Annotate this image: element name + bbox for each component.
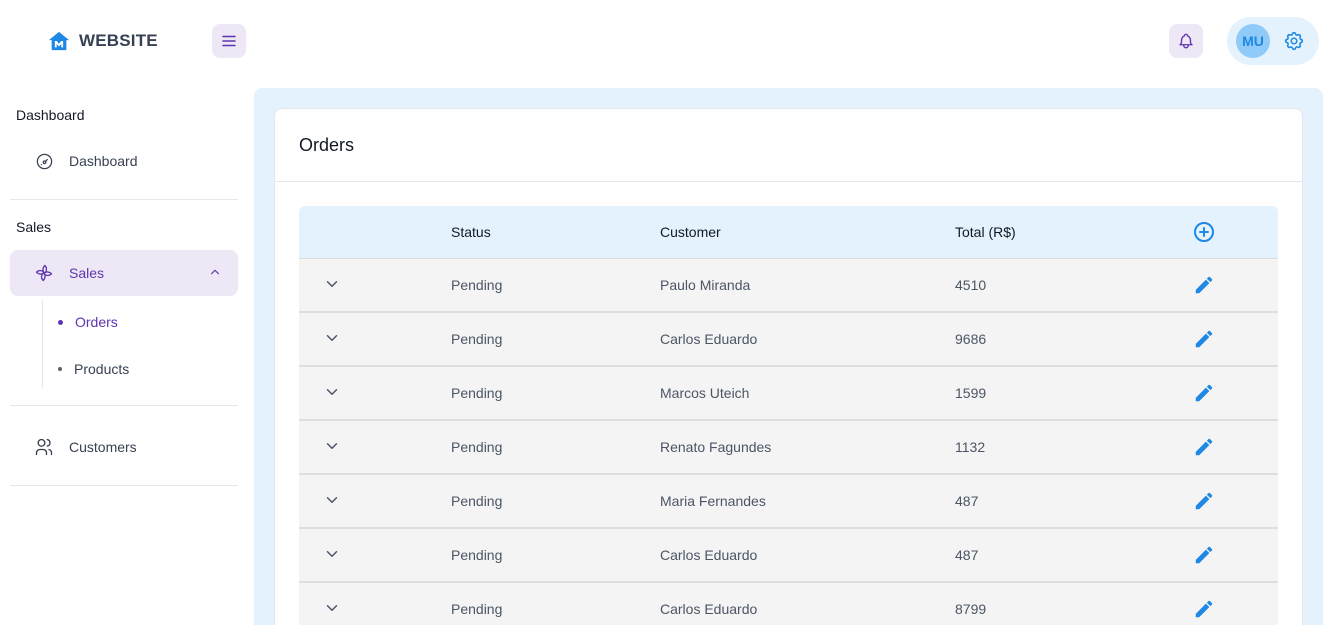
cell-total: 487 bbox=[955, 493, 979, 509]
sales-icon bbox=[34, 263, 54, 283]
profile-menu-button[interactable]: MU bbox=[1227, 17, 1319, 65]
cell-status: Pending bbox=[451, 547, 503, 563]
cell-status: Pending bbox=[451, 385, 503, 401]
bell-icon bbox=[1179, 33, 1193, 49]
main-content: Orders Status Customer Total (R$) Pendin… bbox=[254, 88, 1323, 625]
table-row: Pending Marcos Uteich 1599 bbox=[299, 367, 1278, 421]
table-row: Pending Carlos Eduardo 9686 bbox=[299, 313, 1278, 367]
cell-status: Pending bbox=[451, 439, 503, 455]
sidebar-item-customers[interactable]: Customers bbox=[10, 424, 238, 470]
cell-total: 1599 bbox=[955, 385, 987, 401]
cell-total: 1132 bbox=[955, 439, 986, 455]
customers-icon bbox=[34, 437, 54, 457]
sidebar-item-dashboard[interactable]: Dashboard bbox=[10, 138, 238, 184]
cell-total: 4510 bbox=[955, 277, 987, 293]
column-header-total[interactable]: Total (R$) bbox=[955, 224, 1016, 240]
dashboard-icon bbox=[34, 151, 54, 171]
cell-status: Pending bbox=[451, 601, 503, 617]
chevron-up-icon bbox=[208, 265, 222, 284]
edit-icon[interactable] bbox=[1193, 598, 1215, 620]
sidebar-subitem-label: Products bbox=[74, 361, 130, 377]
edit-icon[interactable] bbox=[1193, 490, 1215, 512]
bullet-icon bbox=[58, 367, 62, 371]
sidebar-item-label: Sales bbox=[69, 265, 105, 281]
settings-icon[interactable] bbox=[1283, 30, 1305, 52]
orders-card: Orders Status Customer Total (R$) Pendin… bbox=[274, 108, 1303, 625]
cell-status: Pending bbox=[451, 277, 503, 293]
sidebar-divider bbox=[10, 485, 238, 486]
sidebar-divider bbox=[10, 199, 238, 200]
chevron-down-icon[interactable] bbox=[323, 545, 341, 563]
sidebar-item-sales[interactable]: Sales bbox=[10, 250, 238, 296]
menu-toggle-button[interactable] bbox=[212, 24, 246, 58]
chevron-down-icon[interactable] bbox=[323, 383, 341, 401]
cell-total: 487 bbox=[955, 547, 979, 563]
table-row: Pending Paulo Miranda 4510 bbox=[299, 259, 1278, 313]
sidebar-subitem-products[interactable]: Products bbox=[58, 361, 129, 377]
notifications-button[interactable] bbox=[1169, 24, 1203, 58]
cell-customer: Marcos Uteich bbox=[660, 385, 750, 401]
sidebar-subitem-label: Orders bbox=[75, 314, 118, 330]
cell-customer: Paulo Miranda bbox=[660, 277, 751, 293]
sidebar: Dashboard Dashboard Sales Sales Orders P… bbox=[0, 84, 250, 625]
brand-logo[interactable]: WEBSITE bbox=[48, 30, 158, 52]
edit-icon[interactable] bbox=[1193, 544, 1215, 566]
table-row: Pending Maria Fernandes 487 bbox=[299, 475, 1278, 529]
cell-customer: Carlos Eduardo bbox=[660, 331, 758, 347]
edit-icon[interactable] bbox=[1193, 436, 1215, 458]
edit-icon[interactable] bbox=[1193, 328, 1215, 350]
sidebar-divider bbox=[10, 405, 238, 406]
sidebar-section-title-sales: Sales bbox=[16, 219, 52, 235]
column-header-status[interactable]: Status bbox=[451, 224, 491, 240]
cell-customer: Carlos Eduardo bbox=[660, 547, 758, 563]
add-circle-icon[interactable] bbox=[1192, 220, 1216, 244]
logo-icon bbox=[48, 31, 70, 51]
edit-icon[interactable] bbox=[1193, 382, 1215, 404]
bullet-icon bbox=[58, 319, 63, 325]
cell-total: 8799 bbox=[955, 601, 987, 617]
page-title: Orders bbox=[299, 135, 355, 155]
edit-icon[interactable] bbox=[1193, 274, 1215, 296]
cell-customer: Renato Fagundes bbox=[660, 439, 772, 455]
sidebar-subitem-orders[interactable]: Orders bbox=[58, 314, 118, 330]
app-header: WEBSITE MU bbox=[0, 0, 1339, 84]
chevron-down-icon[interactable] bbox=[323, 275, 341, 293]
chevron-down-icon[interactable] bbox=[323, 329, 341, 347]
brand-name: WEBSITE bbox=[79, 31, 158, 50]
avatar: MU bbox=[1236, 24, 1270, 58]
submenu-line bbox=[42, 300, 43, 388]
cell-status: Pending bbox=[451, 493, 503, 509]
table-row: Pending Carlos Eduardo 487 bbox=[299, 529, 1278, 583]
column-header-customer[interactable]: Customer bbox=[660, 224, 721, 240]
chevron-down-icon[interactable] bbox=[323, 491, 341, 509]
chevron-down-icon[interactable] bbox=[323, 599, 341, 617]
table-header: Status Customer Total (R$) bbox=[299, 206, 1278, 259]
cell-total: 9686 bbox=[955, 331, 987, 347]
table-row: Pending Renato Fagundes 1132 bbox=[299, 421, 1278, 475]
cell-customer: Carlos Eduardo bbox=[660, 601, 758, 617]
sidebar-section-title-dashboard: Dashboard bbox=[16, 107, 85, 123]
card-divider bbox=[275, 181, 1302, 182]
cell-status: Pending bbox=[451, 331, 503, 347]
sidebar-item-label: Dashboard bbox=[69, 153, 138, 169]
menu-icon bbox=[222, 35, 236, 47]
sidebar-item-label: Customers bbox=[69, 439, 137, 455]
chevron-down-icon[interactable] bbox=[323, 437, 341, 455]
cell-customer: Maria Fernandes bbox=[660, 493, 766, 509]
orders-table: Status Customer Total (R$) Pending Paulo… bbox=[299, 206, 1278, 625]
table-row: Pending Carlos Eduardo 8799 bbox=[299, 583, 1278, 625]
